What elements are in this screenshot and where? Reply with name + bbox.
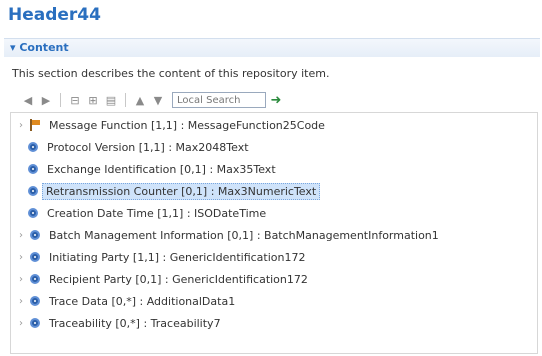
chevron-right-icon[interactable]: › [15, 252, 27, 263]
tree-row-protocol-version[interactable]: Protocol Version [1,1] : Max2048Text [25, 137, 254, 157]
page-title: Header44 [8, 5, 101, 25]
chevron-right-icon[interactable]: › [15, 318, 27, 329]
tree-row-label: Recipient Party [0,1] : GenericIdentific… [49, 272, 308, 286]
filter-icon[interactable]: ▤ [103, 92, 119, 108]
tree-row-label: Message Function [1,1] : MessageFunction… [49, 118, 325, 132]
tree-row-recipient-party[interactable]: › Recipient Party [0,1] : GenericIdentif… [15, 269, 313, 289]
element-icon [30, 296, 40, 306]
toolbar-separator [125, 93, 126, 107]
tree-row-batch-management-information[interactable]: › Batch Management Information [0,1] : B… [15, 225, 444, 245]
up-arrow-icon[interactable]: ▲ [132, 92, 148, 108]
tree-row-initiating-party[interactable]: › Initiating Party [1,1] : GenericIdenti… [15, 247, 310, 267]
element-icon [30, 274, 40, 284]
tree-row-traceability[interactable]: › Traceability [0,*] : Traceability7 [15, 313, 226, 333]
down-arrow-icon[interactable]: ▼ [150, 92, 166, 108]
tree-row-exchange-identification[interactable]: Exchange Identification [0,1] : Max35Tex… [25, 159, 281, 179]
chevron-right-icon[interactable]: › [15, 120, 27, 131]
chevron-right-icon[interactable]: › [15, 230, 27, 241]
element-icon [28, 186, 38, 196]
content-section-toggle[interactable]: ▾ Content [10, 41, 69, 54]
tree-row-label: Trace Data [0,*] : AdditionalData1 [49, 294, 236, 308]
element-icon [28, 142, 38, 152]
tree-row-label: Initiating Party [1,1] : GenericIdentifi… [49, 250, 306, 264]
tree-row-label: Exchange Identification [0,1] : Max35Tex… [47, 162, 276, 176]
forward-arrow-icon[interactable]: ▶ [38, 92, 54, 108]
tree-row-label: Traceability [0,*] : Traceability7 [49, 316, 221, 330]
tree-row-label: Creation Date Time [1,1] : ISODateTime [47, 206, 267, 220]
tree-row-label: Retransmission Counter [0,1] : Max3Numer… [42, 182, 321, 200]
element-icon [28, 164, 38, 174]
tree-row-label: Batch Management Information [0,1] : Bat… [49, 228, 439, 242]
toolbar-separator [60, 93, 61, 107]
tree-row-label: Protocol Version [1,1] : Max2048Text [47, 140, 249, 154]
element-icon [30, 318, 40, 328]
toolbar: ◀ ▶ ⊟ ⊞ ▤ ▲ ▼ ➜ [20, 90, 284, 110]
element-icon [30, 252, 40, 262]
content-section-header[interactable]: ▾ Content [4, 38, 540, 57]
element-icon [28, 208, 38, 218]
element-icon [30, 230, 40, 240]
back-arrow-icon[interactable]: ◀ [20, 92, 36, 108]
chevron-right-icon[interactable]: › [15, 296, 27, 307]
tree-view[interactable]: › Message Function [1,1] : MessageFuncti… [10, 112, 538, 354]
chevron-right-icon[interactable]: › [15, 274, 27, 285]
collapse-all-icon[interactable]: ⊟ [67, 92, 83, 108]
flag-icon [29, 119, 41, 131]
tree-row-creation-date-time[interactable]: Creation Date Time [1,1] : ISODateTime [25, 203, 271, 223]
tree-row-trace-data[interactable]: › Trace Data [0,*] : AdditionalData1 [15, 291, 240, 311]
search-go-icon[interactable]: ➜ [268, 92, 284, 108]
tree-row-message-function[interactable]: › Message Function [1,1] : MessageFuncti… [15, 115, 330, 135]
tree-row-retransmission-counter[interactable]: Retransmission Counter [0,1] : Max3Numer… [25, 181, 321, 201]
expand-all-icon[interactable]: ⊞ [85, 92, 101, 108]
local-search-input[interactable] [172, 92, 266, 108]
section-description: This section describes the content of th… [12, 67, 330, 80]
